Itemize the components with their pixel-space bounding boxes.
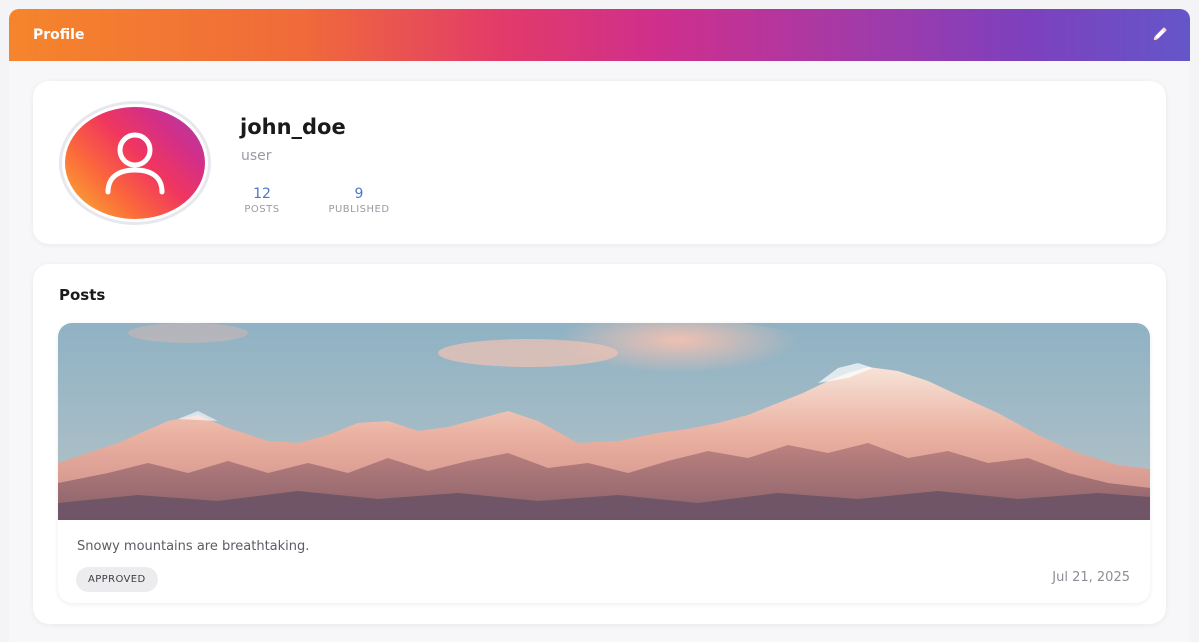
user-role: user (241, 148, 272, 164)
stat-published-label: PUBLISHED (328, 204, 390, 215)
user-icon (105, 132, 165, 195)
stat-published: 9 PUBLISHED (321, 185, 397, 217)
pencil-icon (1152, 27, 1167, 42)
stat-posts: 12 POSTS (239, 185, 285, 217)
edit-profile-button[interactable] (1146, 22, 1172, 48)
stat-posts-value: 12 (253, 186, 271, 202)
post-image[interactable] (58, 323, 1150, 520)
username: john_doe (240, 115, 346, 139)
post-card[interactable]: Snowy mountains are breathtaking. APPROV… (58, 323, 1150, 603)
page-title: Profile (33, 27, 85, 43)
post-caption: Snowy mountains are breathtaking. (77, 539, 310, 554)
post-date: Jul 21, 2025 (1052, 570, 1130, 585)
header-bar: Profile (9, 9, 1190, 61)
posts-card: Posts Snowy mountains are breathtaking. … (33, 264, 1166, 624)
avatar[interactable] (59, 101, 211, 225)
profile-card: john_doe user 12 POSTS 9 PUBLISHED (33, 81, 1166, 244)
profile-page: Profile john_doe user 12 POSTS 9 PUBLISH… (9, 9, 1190, 642)
stat-published-value: 9 (354, 186, 364, 202)
posts-section-title: Posts (59, 286, 106, 304)
status-badge: APPROVED (76, 567, 158, 592)
stat-posts-label: POSTS (244, 204, 280, 215)
